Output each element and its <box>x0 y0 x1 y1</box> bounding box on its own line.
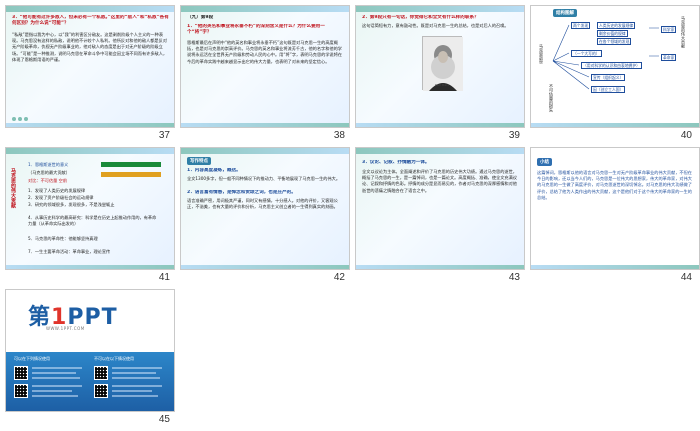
slide-item: （马克思的最大贡献） <box>28 170 70 175</box>
slide-item: 5．马克思的革命性：他能够坚持真理 <box>28 236 98 241</box>
ad-header: 第1PPT WWW.1PPT.COM <box>6 290 174 352</box>
slide-canvas: 3．议论、记叙、抒情融为一体。 全文以议论为主体。全面阐述和评价了马克思的历史伟… <box>355 147 525 270</box>
slide-tag: 写作特点 <box>187 157 211 165</box>
ad-right-heading: 不可以在以下情况使用 <box>94 356 134 361</box>
vertical-title: 马克思的伟大贡献 <box>10 168 16 208</box>
slide-top-band <box>181 148 349 154</box>
slide-thumbnail-40[interactable]: 结构图解 马克思逝世 两个发现 人类历史的发展规律 剩余价值的规律 在各个领域的… <box>530 5 700 128</box>
slide-thumbnail-45[interactable]: 第1PPT WWW.1PPT.COM 可以在下列情况使用 不可以在以下情况使用 <box>5 289 175 412</box>
ad-footer: 可以在下列情况使用 不可以在以下情况使用 <box>6 352 174 411</box>
slide-line: 语言准确严密，用词极其严谨，同时又有感情，十分感人。对他的评价，又客观公正，不溢… <box>187 198 338 210</box>
slide-bottom-band <box>6 123 174 127</box>
slide-bottom-band <box>181 265 349 269</box>
slide-canvas: 3．“他可能有过许多敌人，但未必有一个私敌。”这里的“敌人”和“私敌”各有何区别… <box>5 5 175 128</box>
slide-body: 恩格斯最后在声明中“他的英名和事业将永垂不朽”这句既是对马克思一生的高度概括，也… <box>187 40 343 64</box>
ad-right-text-lines <box>112 367 162 397</box>
slide-heading: 3．议论、记叙、抒情融为一体。 <box>362 160 430 165</box>
slide-number: 40 <box>680 130 692 141</box>
slide-canvas: 第1PPT WWW.1PPT.COM 可以在下列情况使用 不可以在以下情况使用 <box>5 289 175 412</box>
slide-number: 43 <box>508 272 520 283</box>
slide-bottom-band <box>356 265 524 269</box>
slide-canvas: 马克思的伟大贡献 1．恩格斯逝世的意义 （马克思的最大贡献） 对比：不可估量 空… <box>5 147 175 270</box>
highlight-bar <box>101 172 161 177</box>
slide-item: 1．发现了人类历史的发展规律 <box>28 188 86 193</box>
slide-item: 7．一生主要革命活动：革命事业，理论宣传 <box>28 249 111 254</box>
slide-thumbnail-37[interactable]: 3．“他可能有过许多敌人，但未必有一个私敌。”这里的“敌人”和“私敌”各有何区别… <box>5 5 175 128</box>
slide-line: 2．语言富有情感，是悼念和赞颂之词，也是庄严的。 <box>187 190 296 195</box>
slide-tag: 小结 <box>537 158 552 166</box>
slide-body: 这篇悼词，恩格斯以他的语言对马克思一生对无产阶级革命事业的伟大贡献，不但在今日的… <box>537 170 692 200</box>
slide-number: 38 <box>333 130 345 141</box>
slide-item: 1．恩格斯逝世的意义 <box>28 162 69 167</box>
slide-bottom-band <box>356 123 524 127</box>
slide-body: 全文以议论为主体。全面阐述和评价了马克思的历史伟大功绩。通过马克思的逝世，概括了… <box>362 169 517 193</box>
slide-bottom-band <box>6 265 174 269</box>
slide-line: 1．内容高度凝练，概括。 <box>187 168 241 173</box>
slide-thumbnail-41[interactable]: 马克思的伟大贡献 1．恩格斯逝世的意义 （马克思的最大贡献） 对比：不可估量 空… <box>5 147 175 270</box>
slide-item: 4．从事历史科学的最高研究：科学是在历史上起推动作用的，有革命力量（从革命实际出… <box>28 215 157 227</box>
ad-left-heading: 可以在下列情况使用 <box>14 356 50 361</box>
slide-thumbnail-44[interactable]: 小结 这篇悼词，恩格斯以他的语言对马克思一生对无产阶级革命事业的伟大贡献，不但在… <box>530 147 700 270</box>
slide-heading: 2．第9段只有一句话，你觉得它和全文有什么样的联系？ <box>362 15 479 20</box>
slide-number: 45 <box>158 414 170 425</box>
slide-heading: 1．“他的英名和事业将永垂不朽”的深刻含义是什么？为什么要用一个“将”字？ <box>187 24 325 35</box>
slide-number: 42 <box>333 272 345 283</box>
qr-code-icon <box>94 366 108 380</box>
slide-bottom-band <box>531 123 699 127</box>
slide-item: 对比：不可估量 空前 <box>28 178 68 183</box>
slide-top-band <box>6 148 174 154</box>
slide-number: 44 <box>680 272 692 283</box>
decor-dots <box>12 117 28 121</box>
slide-item: 2．发现了资产阶级社会的运动规律 <box>28 195 94 200</box>
slide-number: 41 <box>158 272 170 283</box>
slide-number: 39 <box>508 130 520 141</box>
slide-top-band <box>356 148 524 154</box>
slide-thumbnail-38[interactable]: （九）第9段 1．“他的英名和事业将永垂不朽”的深刻含义是什么？为什么要用一个“… <box>180 5 350 128</box>
slide-canvas: 小结 这篇悼词，恩格斯以他的语言对马克思一生对无产阶级革命事业的伟大贡献，不但在… <box>530 147 700 270</box>
slide-heading: 3．“他可能有过许多敌人，但未必有一个私敌。”这里的“敌人”和“私敌”各有何区别… <box>12 15 169 26</box>
slide-sorter-view: 3．“他可能有过许多敌人，但未必有一个私敌。”这里的“敌人”和“私敌”各有何区别… <box>0 0 700 431</box>
qr-code-icon <box>94 384 108 398</box>
slide-canvas: 写作特点 1．内容高度凝练，概括。 全文1300多字，但一般不同种情况下的推动力… <box>180 147 350 270</box>
slide-body: “私敌”是指以我为中心，以“我”的利害区分敌友。这是剥削阶级个人主义的一种表现。… <box>12 32 168 62</box>
slide-canvas: （九）第9段 1．“他的英名和事业将永垂不朽”的深刻含义是什么？为什么要用一个“… <box>180 5 350 128</box>
slide-canvas: 结构图解 马克思逝世 两个发现 人类历史的发展规律 剩余价值的规律 在各个领域的… <box>530 5 700 128</box>
highlight-bar <box>101 162 161 167</box>
slide-bottom-band <box>181 123 349 127</box>
slide-canvas: 2．第9段只有一句话，你觉得它和全文有什么样的联系？ 这句话简短有力，意有鼓动性… <box>355 5 525 128</box>
slide-tag: （九）第9段 <box>187 15 214 20</box>
logo-url: WWW.1PPT.COM <box>46 326 85 331</box>
portrait-caption: Karl Marx <box>435 83 450 87</box>
slide-line: 全文1300多字，但一般不同种情况下的推动力、平衡地展现了马克思一生的伟大。 <box>187 176 341 181</box>
mindmap-connectors <box>552 24 659 90</box>
slide-thumbnail-42[interactable]: 写作特点 1．内容高度凝练，概括。 全文1300多字，但一般不同种情况下的推动力… <box>180 147 350 270</box>
slide-top-band <box>181 6 349 12</box>
qr-code-icon <box>14 366 28 380</box>
slide-item: 3．研究的领域很多，发现很多，不是浅尝辄止 <box>28 202 115 207</box>
slide-number: 37 <box>158 130 170 141</box>
slide-body: 这句话简短有力，意有鼓动性。既是对马克思一生的总结，也是对后人的召唤。 <box>362 23 509 28</box>
ad-left-text-lines <box>32 367 82 397</box>
slide-top-band <box>356 6 524 12</box>
marx-portrait-image: Karl Marx <box>422 36 463 91</box>
qr-code-icon <box>14 384 28 398</box>
slide-thumbnail-43[interactable]: 3．议论、记叙、抒情融为一体。 全文以议论为主体。全面阐述和评价了马克思的历史伟… <box>355 147 525 270</box>
slide-thumbnail-39[interactable]: 2．第9段只有一句话，你觉得它和全文有什么样的联系？ 这句话简短有力，意有鼓动性… <box>355 5 525 128</box>
slide-top-band <box>6 6 174 12</box>
slide-bottom-band <box>531 265 699 269</box>
